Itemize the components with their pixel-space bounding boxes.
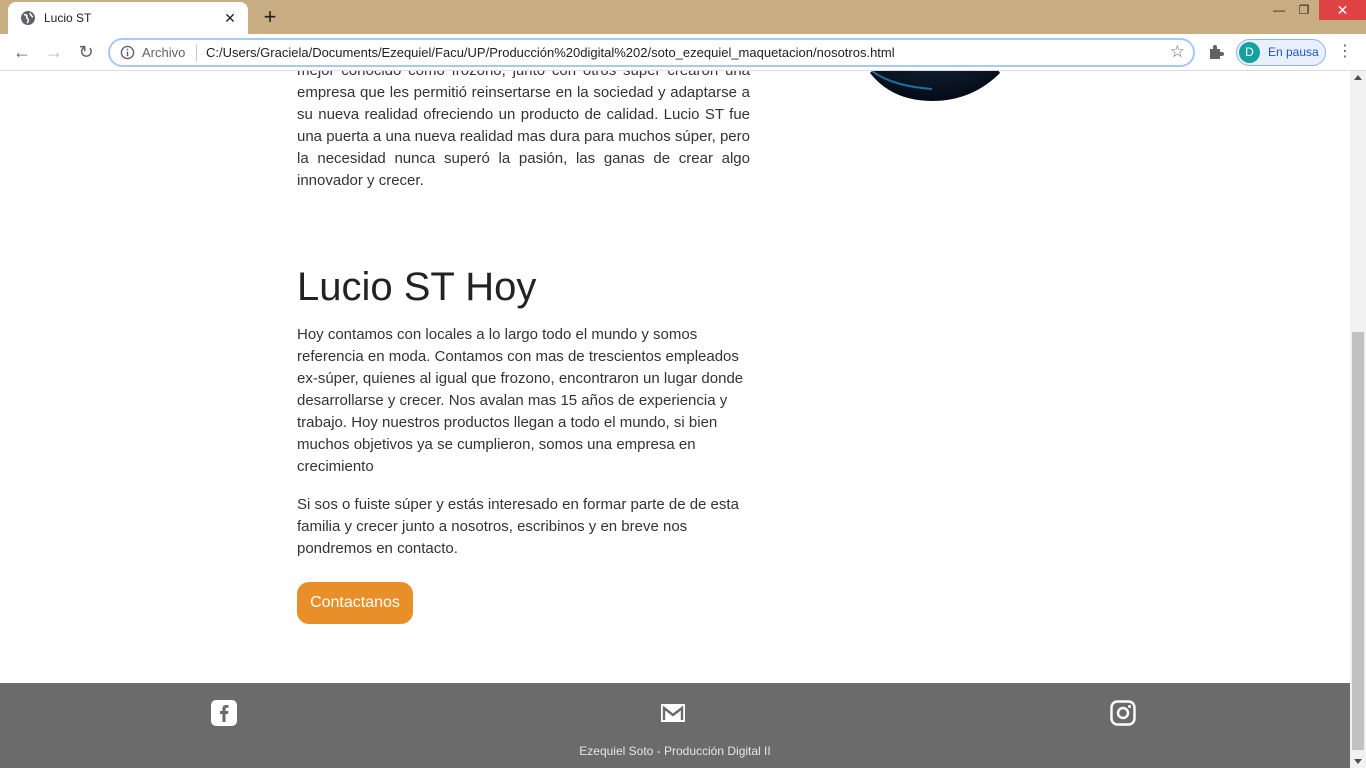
address-separator [196,44,197,62]
extensions-puzzle-icon[interactable] [1207,43,1225,61]
scheme-label: Archivo [142,45,186,60]
scroll-up-arrow-icon[interactable] [1354,75,1362,80]
new-tab-button[interactable]: + [258,5,282,29]
url-text[interactable]: C:/Users/Graciela/Documents/Ezequiel/Fac… [206,45,895,61]
silhouette-image [870,71,1000,101]
facebook-icon[interactable] [211,700,237,726]
profile-avatar: D [1239,42,1260,63]
footer-credit: Ezequiel Soto - Producción Digital II [579,744,771,758]
profile-button[interactable]: D En pausa [1236,39,1326,66]
forward-button[interactable]: → [42,40,66,64]
address-bar[interactable]: Archivo C:/Users/Graciela/Documents/Ezeq… [108,38,1195,67]
restore-button[interactable]: ❐ [1291,0,1317,20]
about-paragraph-2: Si sos o fuiste súper y estás interesado… [297,496,739,557]
browser-titlebar: Lucio ST ✕ + — ❐ ✕ [0,0,1366,34]
scroll-down-arrow-icon[interactable] [1354,759,1362,764]
reload-button[interactable]: ↻ [74,40,98,64]
contact-button[interactable]: Contactanos [297,582,413,624]
page-scrollbar[interactable] [1350,71,1366,768]
bookmark-star-icon[interactable]: ☆ [1170,42,1185,62]
profile-status: En pausa [1268,45,1319,59]
browser-toolbar: ← → ↻ Archivo C:/Users/Graciela/Document… [0,34,1366,71]
close-window-button[interactable]: ✕ [1319,0,1366,20]
page-viewport: mejor conocido como frozono, junto con o… [0,71,1350,768]
section-title: Lucio ST Hoy [297,265,537,309]
about-paragraph-1: Hoy contamos con locales a lo largo todo… [297,326,744,475]
scrollbar-thumb[interactable] [1352,332,1364,750]
site-footer: Ezequiel Soto - Producción Digital II [0,683,1350,768]
mail-icon[interactable] [660,700,686,726]
browser-menu-button[interactable]: ⋮ [1337,42,1353,62]
tab-close-button[interactable]: ✕ [220,8,240,28]
profile-photo [862,71,1002,141]
minimize-button[interactable]: — [1266,0,1292,20]
intro-paragraph: mejor conocido como frozono, junto con o… [297,71,750,189]
globe-icon [21,11,35,25]
tab-title: Lucio ST [44,11,92,25]
info-icon[interactable] [120,45,135,60]
instagram-icon[interactable] [1110,700,1136,726]
browser-tab[interactable]: Lucio ST ✕ [8,2,248,34]
back-button[interactable]: ← [10,40,34,64]
